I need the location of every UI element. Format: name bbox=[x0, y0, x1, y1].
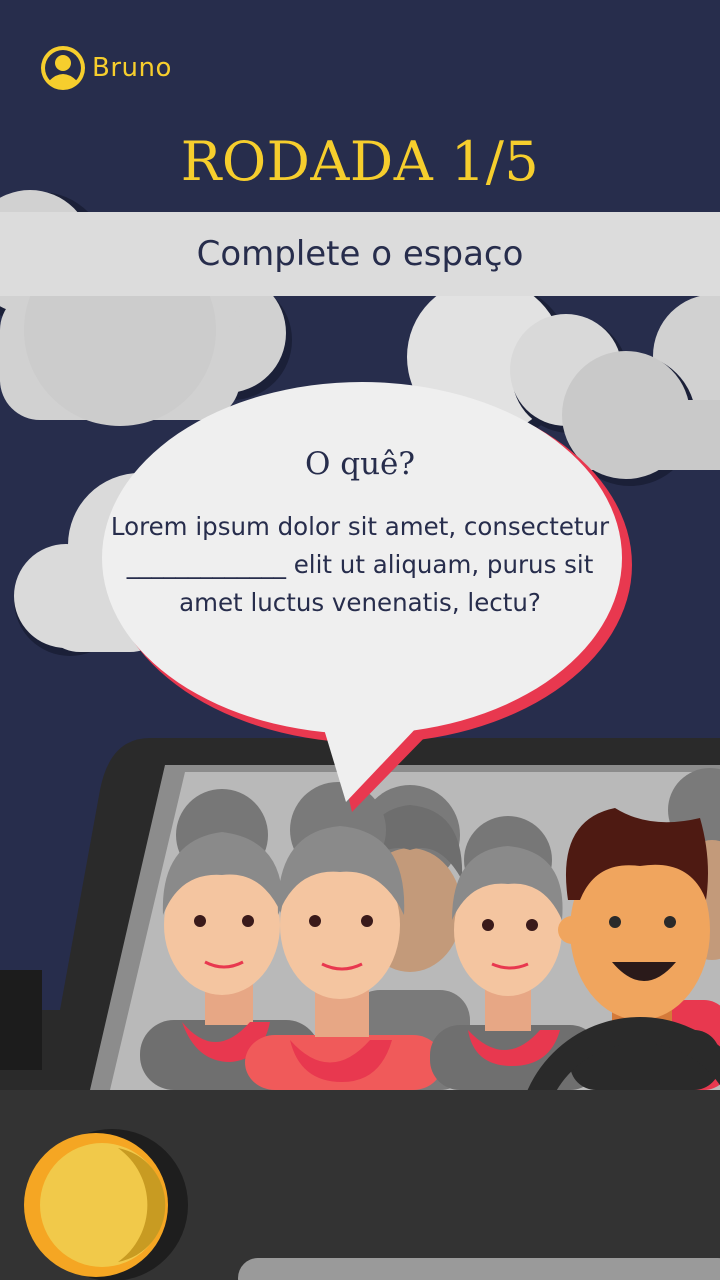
user-badge[interactable]: Bruno bbox=[40, 44, 172, 92]
round-title: RODADA 1/5 bbox=[180, 130, 540, 193]
car bbox=[0, 738, 720, 1280]
headlight-icon bbox=[24, 1129, 188, 1280]
user-name: Bruno bbox=[92, 53, 172, 83]
instruction-band: Complete o espaço bbox=[0, 212, 720, 296]
question-label: O quê? bbox=[304, 446, 416, 482]
question-text: Lorem ipsum dolor sit amet, consectetur … bbox=[110, 512, 610, 617]
instruction-text: Complete o espaço bbox=[196, 234, 524, 274]
game-screen: Bruno RODADA 1/5 Complete o espaço O quê… bbox=[0, 0, 720, 1280]
user-avatar-icon bbox=[41, 46, 85, 90]
